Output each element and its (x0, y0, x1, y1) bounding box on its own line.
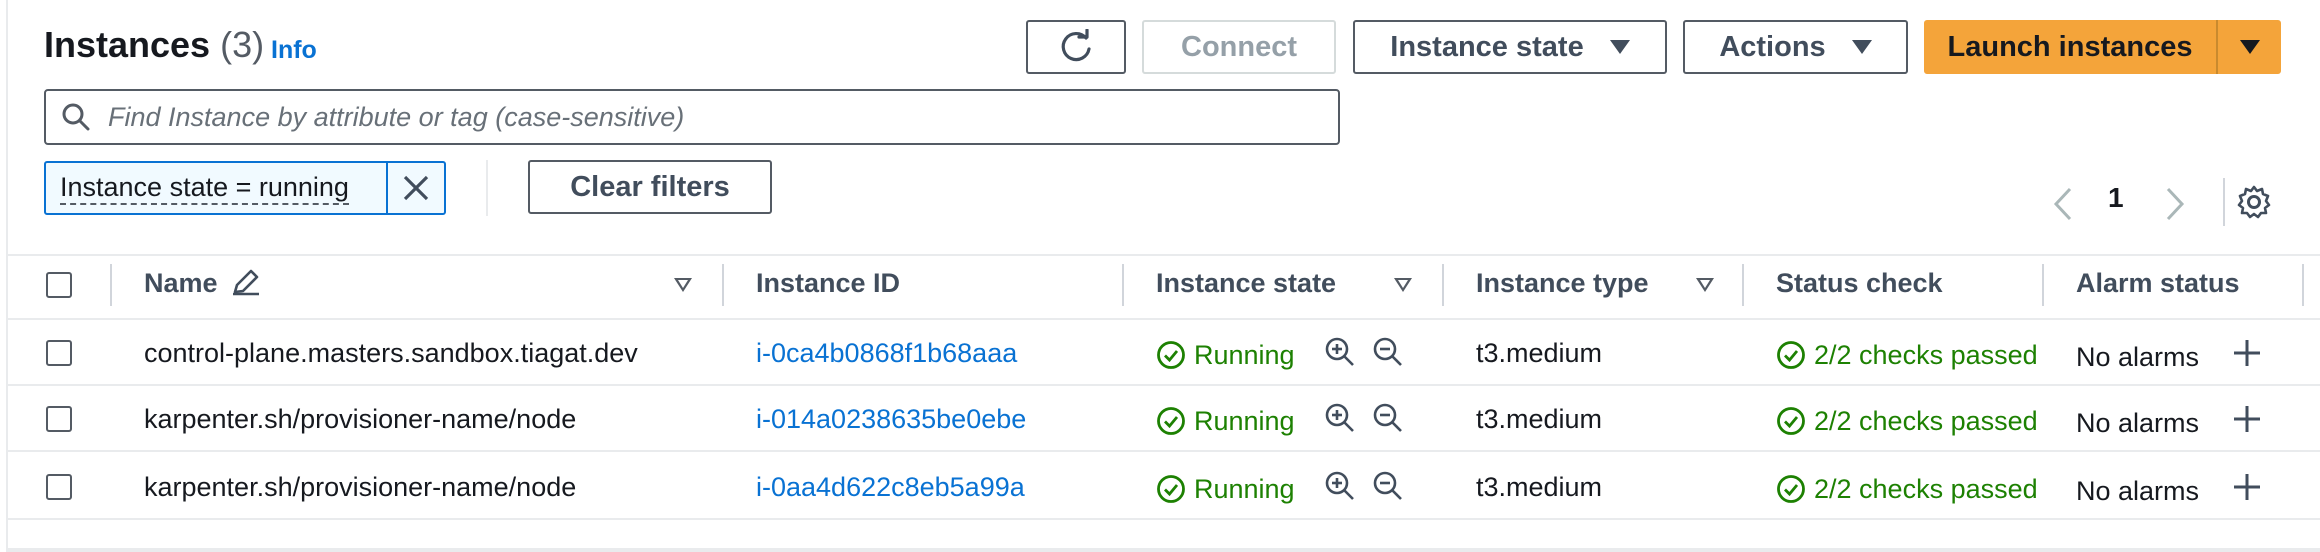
instance-name: karpenter.sh/provisioner-name/node (144, 404, 577, 434)
settings-gear-icon[interactable] (2236, 184, 2272, 220)
column-header-status-check[interactable]: Status check (1776, 268, 1943, 299)
check-circle-icon (1157, 341, 1185, 369)
column-header-instance-type[interactable]: Instance type (1476, 268, 1649, 299)
column-divider (1442, 264, 1444, 306)
row-divider (6, 518, 2320, 520)
column-header-name[interactable]: Name (144, 268, 261, 299)
page-title-text: Instances (44, 24, 211, 65)
instance-state-text: Running (1194, 406, 1295, 436)
next-page-icon[interactable] (2164, 186, 2186, 222)
column-divider (722, 264, 724, 306)
page-title: Instances (3) (44, 24, 264, 66)
check-circle-icon (1157, 475, 1185, 503)
status-check: 2/2 checks passed (1776, 340, 2038, 371)
zoom-in-icon[interactable] (1324, 470, 1356, 502)
filter-token: Instance state = running (44, 161, 446, 215)
instance-id-link[interactable]: i-0aa4d622c8eb5a99a (756, 472, 1025, 503)
column-divider (2042, 264, 2044, 306)
table-bottom-border (6, 548, 2320, 552)
sort-icon[interactable] (1696, 278, 1714, 292)
caret-down-icon (1609, 40, 1630, 54)
table-top-border (6, 254, 2320, 256)
caret-down-icon (2239, 40, 2260, 54)
search-input[interactable] (108, 101, 1308, 133)
instance-state-text: Running (1194, 340, 1295, 370)
instance-name: karpenter.sh/provisioner-name/node (144, 472, 577, 502)
status-check-text[interactable]: 2/2 checks passed (1814, 474, 2038, 504)
row-divider (6, 384, 2320, 386)
check-circle-icon (1777, 407, 1805, 435)
status-check: 2/2 checks passed (1776, 474, 2038, 505)
refresh-icon (1061, 29, 1091, 62)
row-checkbox[interactable] (46, 474, 72, 500)
instance-state: Running (1156, 406, 1295, 437)
add-alarm-icon[interactable] (2232, 338, 2262, 368)
check-circle-icon (1157, 407, 1185, 435)
instance-type: t3.medium (1476, 338, 1603, 368)
pagination-separator (2223, 178, 2225, 226)
previous-page-icon[interactable] (2052, 186, 2074, 222)
zoom-out-icon[interactable] (1372, 470, 1404, 502)
instance-name: control-plane.masters.sandbox.tiagat.dev (144, 338, 638, 368)
launch-instances-button[interactable]: Launch instances (1924, 20, 2216, 74)
filter-token-text: Instance state = running (60, 171, 349, 205)
instance-type: t3.medium (1476, 404, 1603, 434)
alarm-status: No alarms (2076, 408, 2200, 438)
alarm-status: No alarms (2076, 476, 2200, 506)
info-link[interactable]: Info (271, 36, 317, 65)
column-header-alarm-status[interactable]: Alarm status (2076, 268, 2240, 299)
remove-filter-button[interactable] (388, 163, 444, 213)
zoom-in-icon[interactable] (1324, 336, 1356, 368)
select-all-checkbox[interactable] (46, 272, 72, 298)
zoom-in-icon[interactable] (1324, 402, 1356, 434)
instance-type: t3.medium (1476, 472, 1603, 502)
add-alarm-icon[interactable] (2232, 404, 2262, 434)
alarm-status: No alarms (2076, 342, 2200, 372)
column-header-name-label: Name (144, 268, 218, 298)
column-header-instance-id[interactable]: Instance ID (756, 268, 900, 299)
instance-state-label: Instance state (1390, 30, 1584, 63)
filter-separator (486, 160, 488, 216)
column-header-instance-state[interactable]: Instance state (1156, 268, 1336, 299)
status-check: 2/2 checks passed (1776, 406, 2038, 437)
column-divider (2302, 264, 2304, 306)
column-divider (110, 264, 112, 306)
launch-dropdown-button[interactable] (2218, 20, 2281, 74)
instance-count: (3) (220, 24, 265, 65)
search-icon (62, 103, 90, 131)
zoom-out-icon[interactable] (1372, 402, 1404, 434)
check-circle-icon (1777, 475, 1805, 503)
row-checkbox[interactable] (46, 340, 72, 366)
instance-state: Running (1156, 340, 1295, 371)
instance-id-link[interactable]: i-014a0238635be0ebe (756, 404, 1026, 435)
instance-state-button[interactable]: Instance state (1353, 20, 1667, 74)
current-page[interactable]: 1 (2108, 182, 2124, 214)
row-divider (6, 450, 2320, 452)
table-left-border (6, 0, 8, 552)
row-divider (6, 318, 2320, 320)
connect-button[interactable]: Connect (1142, 20, 1336, 74)
close-icon (403, 175, 429, 201)
add-alarm-icon[interactable] (2232, 472, 2262, 502)
instance-state: Running (1156, 474, 1295, 505)
zoom-out-icon[interactable] (1372, 336, 1404, 368)
refresh-button[interactable] (1026, 20, 1126, 74)
instance-id-link[interactable]: i-0ca4b0868f1b68aaa (756, 338, 1017, 369)
status-check-text[interactable]: 2/2 checks passed (1814, 406, 2038, 436)
sort-icon[interactable] (1394, 278, 1412, 292)
filter-token-label[interactable]: Instance state = running (46, 163, 388, 213)
status-check-text[interactable]: 2/2 checks passed (1814, 340, 2038, 370)
column-divider (1122, 264, 1124, 306)
actions-button[interactable]: Actions (1683, 20, 1908, 74)
instance-state-text: Running (1194, 474, 1295, 504)
search-box[interactable] (44, 89, 1340, 145)
column-divider (1742, 264, 1744, 306)
edit-pencil-icon (233, 269, 260, 296)
sort-icon[interactable] (674, 278, 692, 292)
check-circle-icon (1777, 341, 1805, 369)
caret-down-icon (1851, 40, 1872, 54)
clear-filters-button[interactable]: Clear filters (528, 160, 772, 214)
row-checkbox[interactable] (46, 406, 72, 432)
actions-label: Actions (1719, 30, 1826, 63)
